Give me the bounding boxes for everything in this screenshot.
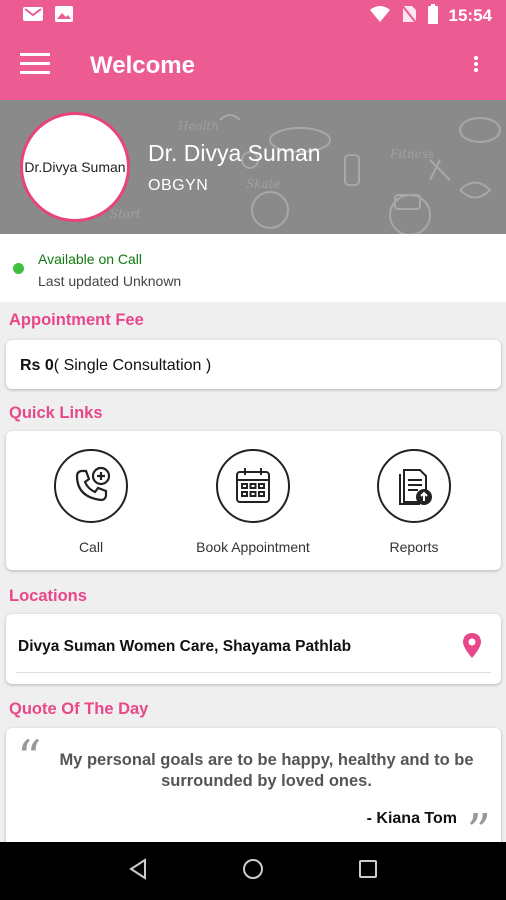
quote-text: My personal goals are to be happy, healt… (59, 751, 474, 791)
profile-header: Health Fitness Skate Start Dr.Divya Suman D… (0, 100, 506, 234)
quote-author: - Kiana Tom (366, 810, 457, 827)
gmail-icon (22, 5, 44, 28)
quick-link-book-appointment[interactable]: Book Appointment (178, 449, 328, 555)
app-title: Welcome (90, 52, 195, 79)
svg-text:Fitness: Fitness (389, 147, 434, 161)
nav-home-button[interactable] (233, 851, 273, 891)
quick-link-call[interactable]: Call (16, 449, 166, 555)
fee-detail: ( Single Consultation ) (53, 357, 212, 374)
image-icon (54, 5, 74, 28)
availability-last-updated: Last updated Unknown (38, 273, 182, 289)
nav-back-button[interactable] (118, 851, 158, 891)
quote-card: “ My personal goals are to be happy, hea… (6, 728, 501, 856)
doctor-name: Dr. Divya Suman (148, 140, 321, 166)
appointment-fee-card: Rs 0( Single Consultation ) (6, 340, 501, 389)
svg-text:Skate: Skate (246, 177, 281, 191)
quick-links-card: Call Book Appointment Reports (6, 431, 501, 570)
doctor-specialty: OBGYN (148, 177, 209, 194)
location-pin-icon[interactable] (463, 633, 481, 664)
recents-square-icon (358, 859, 378, 884)
svg-text:Start: Start (110, 207, 141, 221)
svg-text:Health: Health (177, 119, 219, 133)
report-upload-icon (377, 449, 451, 523)
location-divider (16, 672, 491, 673)
appointment-fee-heading: Appointment Fee (9, 311, 144, 329)
notification-icons (22, 5, 74, 28)
calendar-icon (216, 449, 290, 523)
doctor-avatar: Dr.Divya Suman (20, 112, 130, 222)
quick-links-heading: Quick Links (9, 404, 103, 422)
quick-link-reports[interactable]: Reports (339, 449, 489, 555)
location-card[interactable]: Divya Suman Women Care, Shayama Pathlab (6, 614, 501, 684)
more-options-button[interactable] (446, 32, 506, 100)
quote-heading: Quote Of The Day (9, 700, 149, 718)
hamburger-icon (20, 52, 50, 81)
more-vert-icon (473, 55, 479, 78)
location-name: Divya Suman Women Care, Shayama Pathlab (18, 638, 352, 655)
quick-link-label: Reports (389, 539, 439, 555)
quick-link-label: Call (78, 539, 104, 555)
wifi-icon (369, 5, 391, 28)
availability-panel: Available on Call Last updated Unknown (0, 234, 506, 302)
availability-title: Available on Call (38, 251, 143, 267)
hamburger-menu-button[interactable] (0, 32, 70, 100)
availability-status-dot (13, 263, 24, 274)
battery-icon (427, 3, 439, 29)
phone-plus-icon (54, 449, 128, 523)
status-time: 15:54 (448, 6, 492, 25)
locations-heading: Locations (9, 587, 87, 605)
quick-link-label: Book Appointment (196, 539, 310, 555)
open-quote-icon: “ (17, 730, 42, 786)
app-bar: Welcome (0, 32, 506, 100)
home-circle-icon (242, 858, 264, 885)
back-triangle-icon (128, 857, 148, 885)
status-bar: 15:54 (0, 0, 506, 32)
fee-text: Rs 0( Single Consultation ) (20, 357, 211, 375)
system-nav-bar (0, 842, 506, 900)
fee-amount: Rs 0 (20, 357, 54, 374)
no-sim-icon (399, 2, 418, 29)
nav-recents-button[interactable] (348, 851, 388, 891)
